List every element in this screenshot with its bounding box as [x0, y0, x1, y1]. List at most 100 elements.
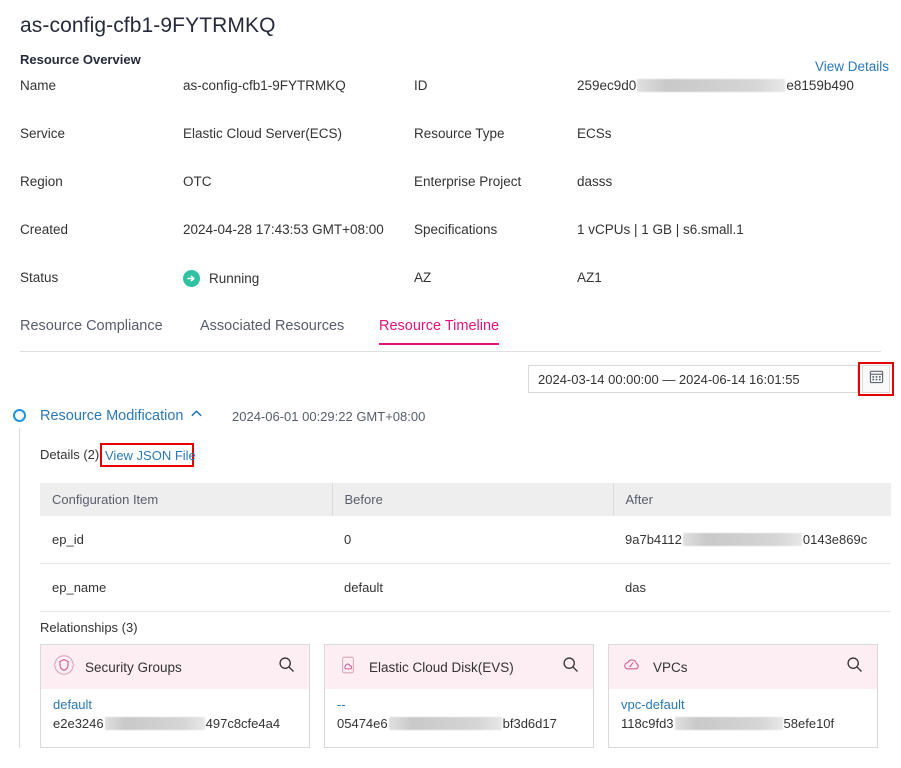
field-value-region: OTC	[183, 174, 212, 189]
chevron-up-icon[interactable]	[190, 407, 203, 424]
field-label-created: Created	[20, 222, 69, 237]
field-label-service: Service	[20, 126, 66, 141]
disk-icon	[337, 654, 359, 681]
table-row: ep_name default das	[40, 563, 891, 612]
tab-associated-resources[interactable]: Associated Resources	[200, 318, 344, 344]
redacted-block	[682, 533, 802, 546]
tab-resource-compliance[interactable]: Resource Compliance	[20, 318, 163, 344]
view-json-file-link[interactable]: View JSON File	[105, 448, 196, 463]
field-value-created: 2024-04-28 17:43:53 GMT+08:00	[183, 222, 384, 237]
search-icon[interactable]	[846, 656, 863, 678]
table-row: ep_id 0 9a7b4112 0143e869c	[40, 516, 891, 564]
field-label-specifications: Specifications	[414, 222, 498, 237]
relationship-id: e2e3246 497c8cfe4a4	[53, 716, 280, 731]
tab-bar: Resource Compliance Associated Resources…	[20, 318, 881, 352]
relationship-card-elastic-cloud-disk[interactable]: Elastic Cloud Disk(EVS) -- 05474e6 bf3d6d…	[324, 644, 594, 748]
date-range-input[interactable]: 2024-03-14 00:00:00 — 2024-06-14 16:01:5…	[528, 365, 858, 393]
overview-row: Status Running AZ AZ1	[0, 270, 901, 318]
column-header-configuration-item: Configuration Item	[40, 483, 333, 516]
relationship-card-security-groups[interactable]: Security Groups default e2e3246 497c8cfe4…	[40, 644, 310, 748]
search-icon[interactable]	[278, 656, 295, 678]
column-header-before: Before	[332, 483, 614, 516]
after-prefix: 9a7b4112	[625, 532, 682, 547]
tab-resource-timeline[interactable]: Resource Timeline	[379, 318, 500, 345]
id-suffix: bf3d6d17	[502, 716, 557, 731]
field-label-resource-type: Resource Type	[414, 126, 505, 141]
field-value-service: Elastic Cloud Server(ECS)	[183, 126, 343, 141]
overview-row: Created 2024-04-28 17:43:53 GMT+08:00 Sp…	[0, 222, 901, 270]
details-count: Details (2)	[40, 447, 99, 462]
relationship-card-title: Security Groups	[85, 659, 182, 675]
field-value-name: as-config-cfb1-9FYTRMKQ	[183, 78, 346, 93]
after-suffix: 0143e869c	[802, 532, 868, 547]
redacted-block	[388, 717, 502, 730]
relationship-link[interactable]: default	[53, 697, 297, 712]
field-label-az: AZ	[414, 270, 432, 285]
relationship-card-title: VPCs	[653, 659, 688, 675]
field-value-resource-type: ECSs	[577, 126, 612, 141]
resource-overview-label: Resource Overview	[20, 52, 141, 67]
field-value-enterprise-project: dasss	[577, 174, 613, 189]
field-value-specifications: 1 vCPUs | 1 GB | s6.small.1	[577, 222, 744, 237]
relationships-card-list: Security Groups default e2e3246 497c8cfe4…	[40, 644, 878, 748]
timeline-event-title-label: Resource Modification	[40, 407, 184, 424]
table-header-row: Configuration Item Before After	[40, 483, 891, 516]
redacted-block	[637, 79, 786, 92]
status-text: Running	[209, 271, 260, 286]
relationship-link[interactable]: --	[337, 697, 581, 712]
view-details-link[interactable]: View Details	[815, 59, 889, 74]
redacted-block	[104, 717, 205, 730]
relationship-card-body: default e2e3246 497c8cfe4a4	[41, 689, 309, 747]
cell-configuration-item: ep_name	[40, 563, 332, 612]
id-prefix: 259ec9d0	[577, 78, 637, 93]
timeline-event-marker	[13, 409, 26, 422]
cell-before: default	[332, 563, 613, 612]
calendar-icon-button[interactable]	[862, 365, 890, 393]
search-icon[interactable]	[562, 656, 579, 678]
id-suffix: 497c8cfe4a4	[205, 716, 281, 731]
timeline-connector	[19, 428, 20, 748]
running-arrow-icon	[183, 270, 200, 287]
cell-after: das	[613, 563, 891, 612]
field-label-enterprise-project: Enterprise Project	[414, 174, 522, 189]
relationships-label: Relationships (3)	[40, 620, 138, 635]
id-prefix: e2e3246	[53, 716, 104, 731]
field-label-status: Status	[20, 270, 59, 285]
field-label-name: Name	[20, 78, 57, 93]
relationship-card-header: Security Groups	[41, 645, 309, 689]
overview-row: Region OTC Enterprise Project dasss	[0, 174, 901, 222]
relationship-id: 05474e6 bf3d6d17	[337, 716, 557, 731]
relationship-id: 118c9fd3 58efe10f	[621, 716, 834, 731]
column-header-after: After	[613, 483, 891, 516]
id-prefix: 05474e6	[337, 716, 388, 731]
resource-overview-grid: Name as-config-cfb1-9FYTRMKQ ID 259ec9d0…	[0, 78, 901, 318]
field-label-id: ID	[414, 78, 428, 93]
relationship-card-title: Elastic Cloud Disk(EVS)	[369, 659, 514, 675]
vpc-cloud-icon	[621, 654, 643, 681]
relationship-card-body: -- 05474e6 bf3d6d17	[325, 689, 593, 747]
configuration-changes-table: Configuration Item Before After ep_id 0 …	[40, 483, 891, 612]
relationship-card-header: Elastic Cloud Disk(EVS)	[325, 645, 593, 689]
timeline-event-title[interactable]: Resource Modification	[40, 407, 203, 424]
overview-row: Name as-config-cfb1-9FYTRMKQ ID 259ec9d0…	[0, 78, 901, 126]
overview-row: Service Elastic Cloud Server(ECS) Resour…	[0, 126, 901, 174]
calendar-icon	[869, 369, 884, 389]
relationship-link[interactable]: vpc-default	[621, 697, 865, 712]
field-value-id: 259ec9d0 e8159b490	[577, 78, 854, 93]
field-value-az: AZ1	[577, 270, 602, 285]
id-prefix: 118c9fd3	[621, 716, 674, 731]
resource-details-page: as-config-cfb1-9FYTRMKQ Resource Overvie…	[0, 0, 901, 768]
id-suffix: 58efe10f	[783, 716, 835, 731]
cell-before: 0	[332, 516, 613, 564]
relationship-card-body: vpc-default 118c9fd3 58efe10f	[609, 689, 877, 747]
cell-after: 9a7b4112 0143e869c	[613, 516, 891, 564]
redacted-block	[674, 717, 783, 730]
timeline-event-time: 2024-06-01 00:29:22 GMT+08:00	[232, 409, 426, 424]
shield-circle-icon	[53, 654, 75, 681]
page-title: as-config-cfb1-9FYTRMKQ	[20, 14, 276, 37]
cell-configuration-item: ep_id	[40, 516, 332, 564]
id-suffix: e8159b490	[786, 78, 854, 93]
details-count-label: Details (2)	[40, 447, 100, 462]
field-label-region: Region	[20, 174, 63, 189]
relationship-card-vpcs[interactable]: VPCs vpc-default 118c9fd3 58efe10f	[608, 644, 878, 748]
